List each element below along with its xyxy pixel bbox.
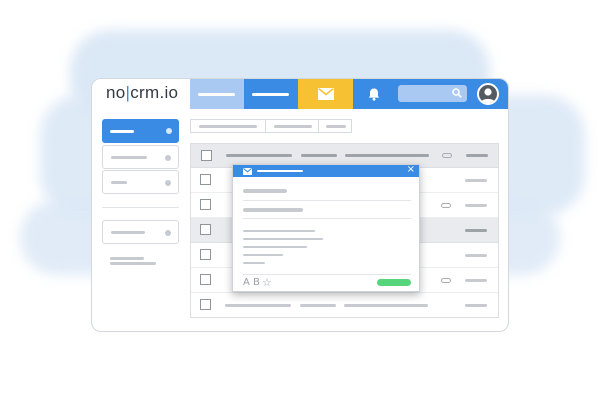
sidebar-item-1[interactable]: [102, 119, 179, 143]
header-col-3: [345, 154, 429, 157]
header-col-4: [466, 154, 488, 157]
to-field[interactable]: [243, 189, 287, 193]
body-line-3: [243, 246, 307, 248]
nav-tab-1[interactable]: [190, 79, 244, 109]
sidebar-item-4[interactable]: [102, 220, 179, 244]
filter-pill-3-label: [326, 125, 346, 128]
header-col-1: [226, 154, 292, 157]
sidebar-link-1[interactable]: [110, 257, 144, 260]
filter-pill-3[interactable]: [318, 119, 352, 133]
sidebar-item-3-label: [111, 181, 127, 184]
logo[interactable]: no|crm.io: [106, 83, 178, 103]
table-row[interactable]: [190, 293, 499, 318]
search-input[interactable]: [398, 85, 467, 102]
bold-format-button[interactable]: B: [253, 277, 260, 288]
star-icon[interactable]: ☆: [262, 276, 272, 289]
envelope-icon: [243, 168, 252, 175]
row-date: [465, 229, 487, 232]
body-line-1: [243, 230, 315, 232]
row-date: [465, 204, 487, 207]
sidebar-item-1-dot: [166, 128, 172, 134]
body-line-5: [243, 262, 265, 264]
body-line-2: [243, 238, 323, 240]
search-icon[interactable]: [452, 88, 462, 98]
popup-header: ×: [233, 164, 419, 177]
row-checkbox[interactable]: [200, 274, 211, 285]
sidebar-item-4-label: [111, 231, 145, 234]
sidebar-divider: [102, 207, 179, 208]
close-icon[interactable]: ×: [407, 164, 415, 175]
row-date: [465, 304, 487, 307]
filter-pill-2[interactable]: [265, 119, 319, 133]
envelope-icon: [318, 88, 334, 100]
row-checkbox[interactable]: [200, 299, 211, 310]
paperclip-icon: [441, 203, 451, 208]
sidebar-item-2-label: [111, 156, 147, 159]
toolbar-divider: [243, 274, 411, 275]
filter-pill-2-label: [274, 125, 312, 128]
row-checkbox[interactable]: [200, 224, 211, 235]
font-format-button[interactable]: A: [243, 277, 250, 288]
sidebar-item-3-dot: [165, 180, 171, 186]
filter-pill-1[interactable]: [190, 119, 266, 133]
nav-tab-2[interactable]: [244, 79, 298, 109]
popup-title: [257, 170, 303, 172]
select-all-checkbox[interactable]: [201, 150, 212, 161]
row-checkbox[interactable]: [200, 174, 211, 185]
nav-tab-mail[interactable]: [298, 79, 353, 109]
compose-email-popup: × A B ☆: [232, 164, 420, 292]
row-subject: [300, 304, 336, 307]
subject-field[interactable]: [243, 208, 303, 212]
body-line-4: [243, 254, 283, 256]
paperclip-icon: [442, 153, 452, 158]
sidebar-link-2[interactable]: [110, 262, 156, 265]
paperclip-icon: [441, 278, 451, 283]
sidebar-item-2[interactable]: [102, 145, 179, 169]
sidebar-item-1-label: [110, 130, 134, 133]
bell-icon[interactable]: [368, 88, 380, 101]
row-preview: [344, 304, 428, 307]
sidebar-item-4-dot: [165, 230, 171, 236]
user-avatar-icon[interactable]: [477, 83, 499, 105]
nav-tab-1-label: [198, 93, 235, 96]
sidebar-item-3[interactable]: [102, 170, 179, 194]
to-divider: [243, 200, 411, 201]
sidebar-item-2-dot: [165, 155, 171, 161]
filter-pill-1-label: [199, 125, 257, 128]
header-col-2: [301, 154, 337, 157]
send-button[interactable]: [377, 279, 411, 286]
row-checkbox[interactable]: [200, 249, 211, 260]
row-checkbox[interactable]: [200, 199, 211, 210]
subject-divider: [243, 218, 411, 219]
top-bar: no|crm.io: [92, 79, 508, 109]
row-sender: [225, 304, 291, 307]
nav-tab-2-label: [252, 93, 289, 96]
row-date: [465, 254, 487, 257]
row-date: [465, 279, 487, 282]
row-date: [465, 179, 487, 182]
